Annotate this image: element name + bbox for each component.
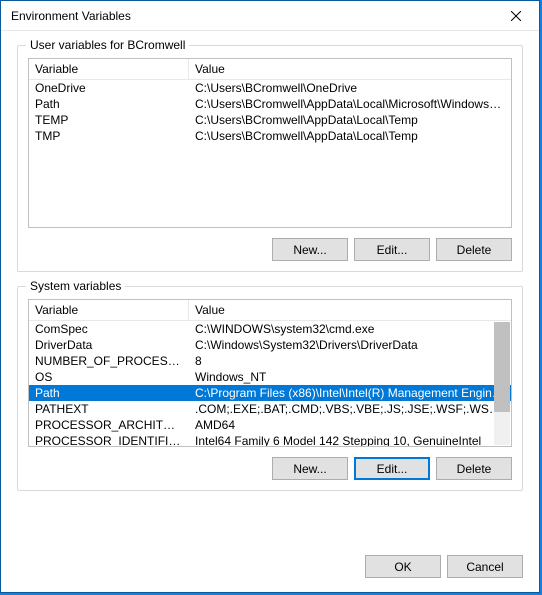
table-row[interactable]: TEMPC:\Users\BCromwell\AppData\Local\Tem… (29, 112, 511, 128)
user-variables-group: User variables for BCromwell Variable Va… (17, 45, 523, 272)
user-new-button[interactable]: New... (272, 238, 348, 261)
cell-variable: OS (29, 369, 189, 385)
table-row[interactable]: NUMBER_OF_PROCESSORS8 (29, 353, 511, 369)
table-row[interactable]: PathC:\Program Files (x86)\Intel\Intel(R… (29, 385, 511, 401)
cell-value: .COM;.EXE;.BAT;.CMD;.VBS;.VBE;.JS;.JSE;.… (189, 401, 511, 417)
environment-variables-dialog: Environment Variables User variables for… (0, 0, 540, 593)
table-row[interactable]: DriverDataC:\Windows\System32\Drivers\Dr… (29, 337, 511, 353)
window-title: Environment Variables (11, 9, 493, 23)
table-row[interactable]: OneDriveC:\Users\BCromwell\OneDrive (29, 80, 511, 96)
titlebar: Environment Variables (1, 1, 539, 31)
user-group-label: User variables for BCromwell (26, 38, 189, 52)
cell-value: AMD64 (189, 417, 511, 433)
cell-variable: PROCESSOR_IDENTIFIER (29, 433, 189, 447)
cell-value: C:\Users\BCromwell\AppData\Local\Temp (189, 112, 511, 128)
system-variables-group: System variables Variable Value ComSpecC… (17, 286, 523, 491)
table-row[interactable]: ComSpecC:\WINDOWS\system32\cmd.exe (29, 321, 511, 337)
table-row[interactable]: PATHEXT.COM;.EXE;.BAT;.CMD;.VBS;.VBE;.JS… (29, 401, 511, 417)
column-header-value[interactable]: Value (189, 59, 511, 79)
cell-variable: ComSpec (29, 321, 189, 337)
cell-value: Intel64 Family 6 Model 142 Stepping 10, … (189, 433, 511, 447)
cell-variable: NUMBER_OF_PROCESSORS (29, 353, 189, 369)
system-new-button[interactable]: New... (272, 457, 348, 480)
cell-value: 8 (189, 353, 511, 369)
table-row[interactable]: TMPC:\Users\BCromwell\AppData\Local\Temp (29, 128, 511, 144)
cell-variable: PATHEXT (29, 401, 189, 417)
user-button-row: New... Edit... Delete (28, 238, 512, 261)
user-table-body: OneDriveC:\Users\BCromwell\OneDrivePathC… (29, 80, 511, 144)
system-group-label: System variables (26, 279, 125, 293)
cancel-button[interactable]: Cancel (447, 555, 523, 578)
table-row[interactable]: OSWindows_NT (29, 369, 511, 385)
dialog-content: User variables for BCromwell Variable Va… (1, 31, 539, 549)
cell-value: C:\Windows\System32\Drivers\DriverData (189, 337, 511, 353)
cell-variable: TMP (29, 128, 189, 144)
system-delete-button[interactable]: Delete (436, 457, 512, 480)
cell-value: C:\Users\BCromwell\AppData\Local\Temp (189, 128, 511, 144)
user-table-header: Variable Value (29, 59, 511, 80)
cell-variable: Path (29, 385, 189, 401)
system-edit-button[interactable]: Edit... (354, 457, 430, 480)
vertical-scrollbar[interactable] (494, 322, 510, 445)
cell-variable: OneDrive (29, 80, 189, 96)
system-variables-table[interactable]: Variable Value ComSpecC:\WINDOWS\system3… (28, 299, 512, 447)
cell-variable: Path (29, 96, 189, 112)
table-row[interactable]: PROCESSOR_IDENTIFIERIntel64 Family 6 Mod… (29, 433, 511, 447)
table-row[interactable]: PathC:\Users\BCromwell\AppData\Local\Mic… (29, 96, 511, 112)
column-header-value[interactable]: Value (189, 300, 511, 320)
user-delete-button[interactable]: Delete (436, 238, 512, 261)
system-table-body: ComSpecC:\WINDOWS\system32\cmd.exeDriver… (29, 321, 511, 447)
cell-value: Windows_NT (189, 369, 511, 385)
table-row[interactable]: PROCESSOR_ARCHITECTUREAMD64 (29, 417, 511, 433)
column-header-variable[interactable]: Variable (29, 300, 189, 320)
close-icon (511, 11, 521, 21)
cell-variable: PROCESSOR_ARCHITECTURE (29, 417, 189, 433)
user-edit-button[interactable]: Edit... (354, 238, 430, 261)
cell-value: C:\Program Files (x86)\Intel\Intel(R) Ma… (189, 385, 511, 401)
column-header-variable[interactable]: Variable (29, 59, 189, 79)
user-variables-table[interactable]: Variable Value OneDriveC:\Users\BCromwel… (28, 58, 512, 228)
dialog-footer: OK Cancel (1, 549, 539, 592)
close-button[interactable] (493, 1, 539, 31)
cell-variable: TEMP (29, 112, 189, 128)
ok-button[interactable]: OK (365, 555, 441, 578)
cell-variable: DriverData (29, 337, 189, 353)
scroll-thumb[interactable] (494, 322, 510, 412)
system-table-header: Variable Value (29, 300, 511, 321)
cell-value: C:\Users\BCromwell\AppData\Local\Microso… (189, 96, 511, 112)
cell-value: C:\Users\BCromwell\OneDrive (189, 80, 511, 96)
system-button-row: New... Edit... Delete (28, 457, 512, 480)
cell-value: C:\WINDOWS\system32\cmd.exe (189, 321, 511, 337)
